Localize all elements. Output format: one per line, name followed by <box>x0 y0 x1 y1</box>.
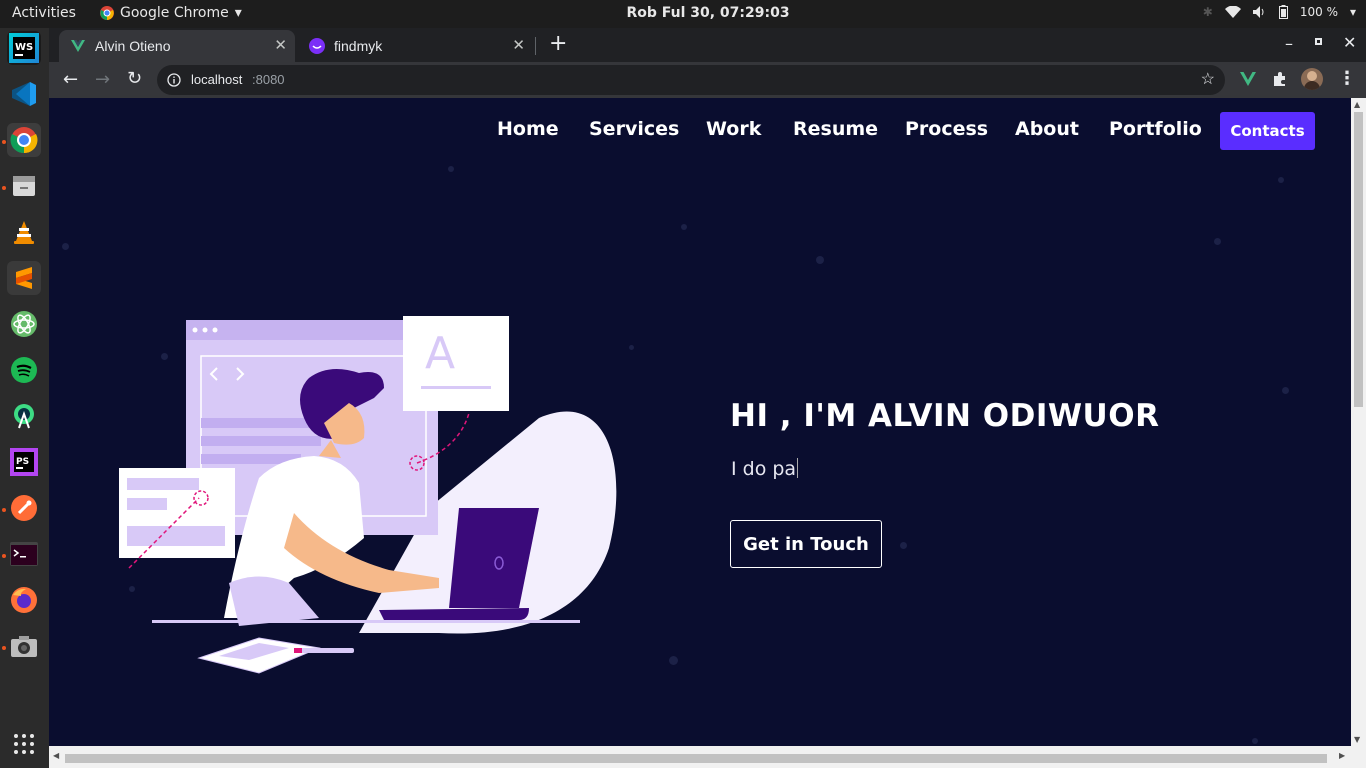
nav-home[interactable]: Home <box>497 118 559 140</box>
tab-title: findmyk <box>334 38 383 54</box>
nav-work[interactable]: Work <box>706 118 761 140</box>
svg-text:A: A <box>425 328 455 379</box>
url-port: :8080 <box>252 72 285 87</box>
atom-icon[interactable] <box>7 307 41 341</box>
scroll-left-icon[interactable]: ◀ <box>53 751 59 760</box>
chrome-icon[interactable] <box>7 123 41 157</box>
close-window-button[interactable]: ✕ <box>1343 33 1356 52</box>
scroll-right-icon[interactable]: ▶ <box>1339 751 1345 760</box>
bluetooth-icon: ✱ <box>1202 5 1213 19</box>
back-icon[interactable]: ← <box>63 69 78 90</box>
wifi-icon <box>1224 6 1241 18</box>
battery-level: 100 % <box>1299 5 1338 19</box>
maximize-button[interactable] <box>1315 38 1322 45</box>
background-star <box>1278 177 1284 183</box>
browser-chrome: Alvin Otieno ✕ findmyk ✕ + – ✕ ← → ↻ loc… <box>49 28 1366 98</box>
background-star <box>629 345 634 350</box>
dock: WS PS <box>0 28 49 768</box>
web-page: Home Services Work Resume Process About … <box>49 98 1351 746</box>
nav-portfolio[interactable]: Portfolio <box>1109 118 1202 140</box>
sublime-icon[interactable] <box>7 261 41 295</box>
vscode-icon[interactable] <box>7 77 41 111</box>
reload-icon[interactable]: ↻ <box>127 68 142 89</box>
firefox-icon[interactable] <box>7 583 41 617</box>
minimize-button[interactable]: – <box>1285 34 1293 53</box>
scroll-up-icon[interactable]: ▲ <box>1354 100 1360 109</box>
webstorm-icon[interactable]: WS <box>7 31 41 65</box>
background-star <box>681 224 687 230</box>
scrollbar-thumb[interactable] <box>65 754 1327 763</box>
background-star <box>1214 238 1221 245</box>
postman-icon[interactable] <box>7 491 41 525</box>
background-star <box>1252 738 1258 744</box>
close-icon[interactable]: ✕ <box>274 36 287 54</box>
svg-text:WS: WS <box>15 42 33 53</box>
background-star <box>1282 387 1289 394</box>
bookmark-star-icon[interactable]: ☆ <box>1201 69 1215 89</box>
url-host: localhost <box>191 72 243 87</box>
terminal-icon[interactable] <box>7 537 41 571</box>
chevron-down-icon: ▾ <box>1349 5 1356 19</box>
nav-resume[interactable]: Resume <box>793 118 878 140</box>
scrollbar-thumb[interactable] <box>1354 112 1363 407</box>
toolbar: ← → ↻ localhost :8080 ☆ ⋮ <box>49 62 1366 98</box>
more-menu-icon[interactable]: ⋮ <box>1338 68 1356 89</box>
hero-title: HI , I'M ALVIN ODIWUOR <box>730 398 1160 434</box>
android-studio-icon[interactable] <box>7 399 41 433</box>
vue-icon <box>71 40 85 52</box>
get-in-touch-button[interactable]: Get in Touch <box>730 520 882 568</box>
nav-services[interactable]: Services <box>589 118 679 140</box>
battery-icon <box>1278 5 1288 19</box>
spotify-icon[interactable] <box>7 353 41 387</box>
svg-text:PS: PS <box>16 457 29 467</box>
new-tab-button[interactable]: + <box>549 31 567 56</box>
scroll-down-icon[interactable]: ▼ <box>1354 735 1360 744</box>
background-star <box>669 656 678 665</box>
screenshot-icon[interactable] <box>7 629 41 663</box>
tab-alvin-otieno[interactable]: Alvin Otieno ✕ <box>59 30 295 62</box>
address-bar[interactable]: localhost :8080 ☆ <box>157 65 1225 95</box>
nav-about[interactable]: About <box>1015 118 1079 140</box>
vlc-icon[interactable] <box>7 215 41 249</box>
phpstorm-icon[interactable]: PS <box>7 445 41 479</box>
vue-devtools-icon[interactable] <box>1240 72 1256 86</box>
findmyk-icon <box>309 38 325 54</box>
system-tray[interactable]: ✱ 100 % ▾ <box>1203 5 1356 19</box>
background-star <box>900 542 907 549</box>
files-icon[interactable] <box>7 169 41 203</box>
contacts-button[interactable]: Contacts <box>1220 112 1315 150</box>
vertical-scrollbar[interactable]: ▲ ▼ <box>1351 98 1366 746</box>
developer-illustration: A <box>119 316 617 674</box>
volume-icon <box>1252 6 1264 18</box>
system-top-bar: Activities Google Chrome ▾ Rob Ful 30, 0… <box>0 0 1366 28</box>
close-icon[interactable]: ✕ <box>512 36 525 54</box>
info-icon[interactable] <box>167 73 181 87</box>
clock[interactable]: Rob Ful 30, 07:29:03 <box>0 5 1366 21</box>
nav-process[interactable]: Process <box>905 118 988 140</box>
extensions-icon[interactable] <box>1272 71 1288 87</box>
tab-findmyk[interactable]: findmyk ✕ <box>297 30 533 62</box>
background-star <box>62 243 69 250</box>
background-star <box>816 256 824 264</box>
horizontal-scrollbar[interactable]: ◀ ▶ <box>49 746 1366 768</box>
background-star <box>448 166 454 172</box>
avatar[interactable] <box>1301 68 1323 90</box>
hero-typed-text: I do pa <box>731 458 797 480</box>
forward-icon[interactable]: → <box>95 69 110 90</box>
app-grid-icon[interactable] <box>7 727 41 761</box>
tab-title: Alvin Otieno <box>95 38 171 54</box>
